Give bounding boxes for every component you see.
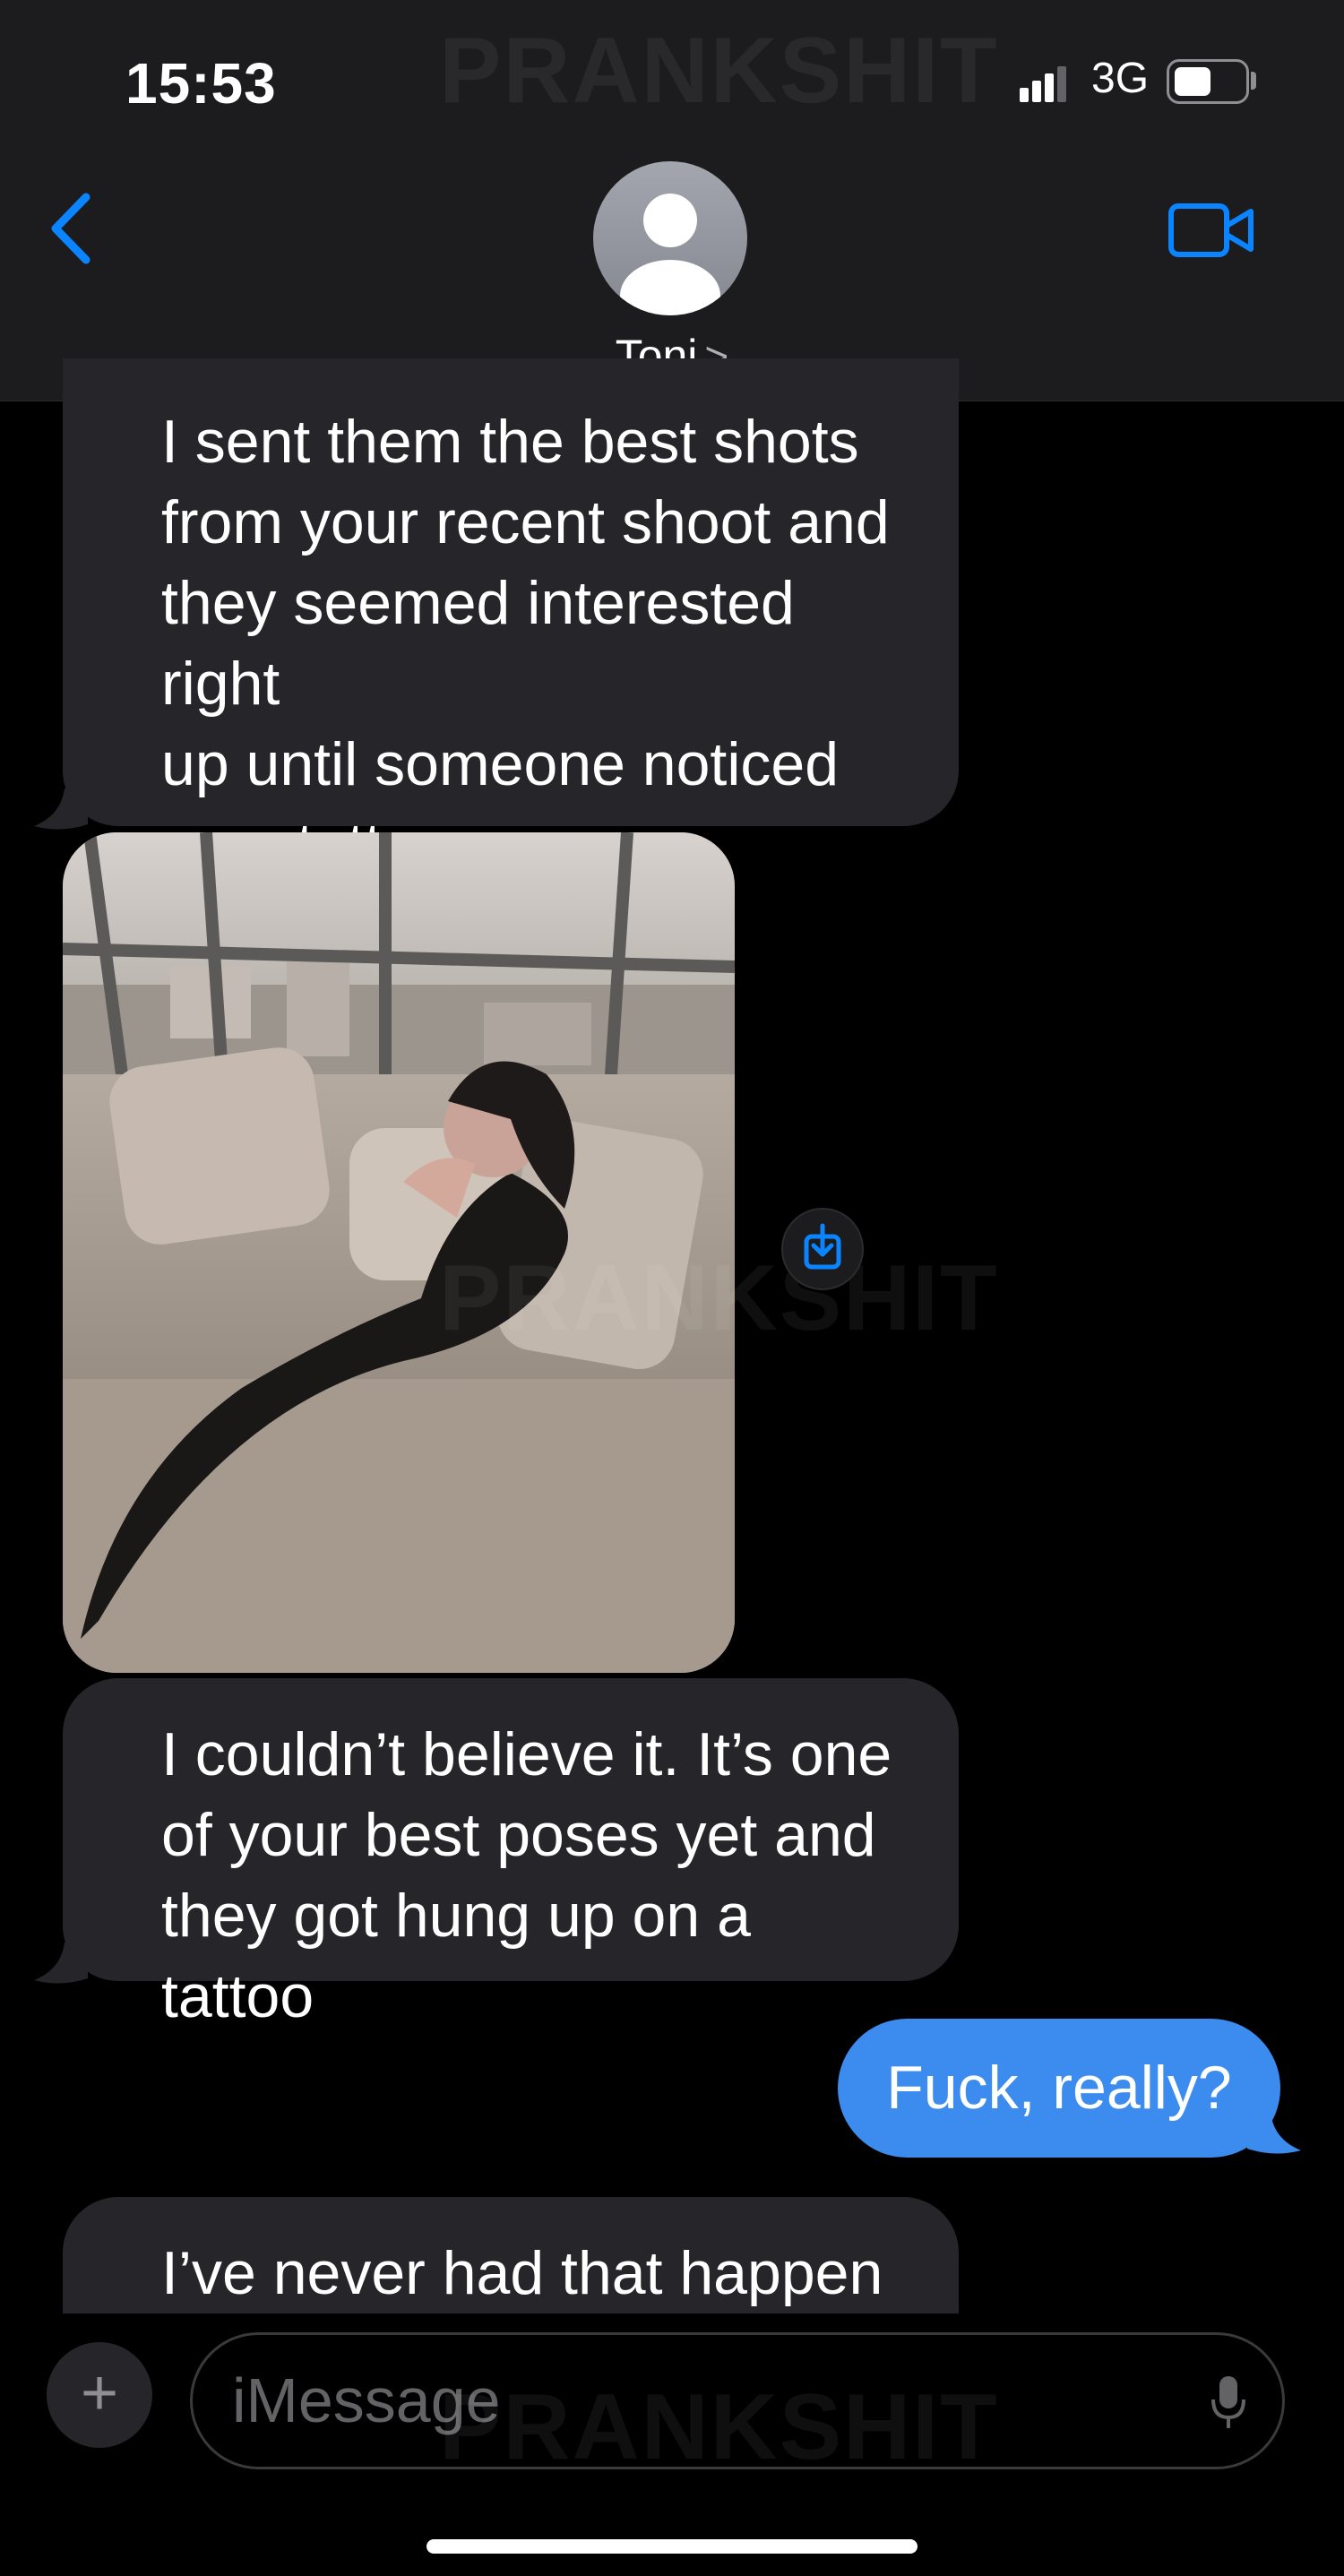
network-type: 3G: [1091, 55, 1150, 102]
bubble-tail: [34, 788, 88, 833]
message-line: up until someone noticed: [161, 730, 840, 798]
message-line: from your recent shoot and: [161, 488, 890, 556]
message-line: I’ve never had that happen: [161, 2239, 883, 2307]
status-time: 15:53: [125, 51, 277, 116]
message-text: I couldn’t believe it. It’s one of your …: [112, 1714, 959, 2037]
back-chevron-icon[interactable]: [45, 188, 99, 269]
avatar-icon[interactable]: [593, 161, 747, 315]
bubble-tail: [34, 1943, 88, 1987]
message-line: I couldn’t believe it. It’s one: [161, 1720, 892, 1788]
message-line: they got hung up on a tattoo: [161, 1882, 751, 2030]
message-input-placeholder: iMessage: [232, 2365, 501, 2435]
message-line: they seemed interested right: [161, 569, 795, 718]
battery-level: [1175, 67, 1210, 96]
message-input[interactable]: iMessage: [190, 2332, 1285, 2469]
mic-icon[interactable]: [1210, 2374, 1246, 2432]
incoming-message-bubble[interactable]: I couldn’t believe it. It’s one of your …: [63, 1678, 959, 2030]
battery-tip: [1251, 72, 1256, 90]
photo-attachment[interactable]: [63, 832, 735, 1673]
message-line: I sent them the best shots: [161, 408, 859, 476]
signal-icon: [1020, 63, 1066, 102]
battery-icon: [1167, 59, 1249, 104]
incoming-message-bubble[interactable]: I sent them the best shots from your rec…: [63, 358, 959, 879]
message-line: of your best poses yet and: [161, 1801, 876, 1869]
plus-icon[interactable]: +: [47, 2342, 152, 2448]
incoming-message-bubble[interactable]: I’ve never had that happen: [63, 2197, 959, 2313]
message-text: I sent them the best shots from your rec…: [112, 401, 959, 885]
outgoing-message-bubble[interactable]: Fuck, really?: [838, 2019, 1280, 2158]
home-indicator[interactable]: [426, 2539, 918, 2554]
video-call-icon[interactable]: [1167, 199, 1256, 262]
download-icon[interactable]: [781, 1208, 864, 1290]
message-text: I’ve never had that happen: [112, 2233, 927, 2313]
bubble-tail: [1247, 2113, 1301, 2162]
